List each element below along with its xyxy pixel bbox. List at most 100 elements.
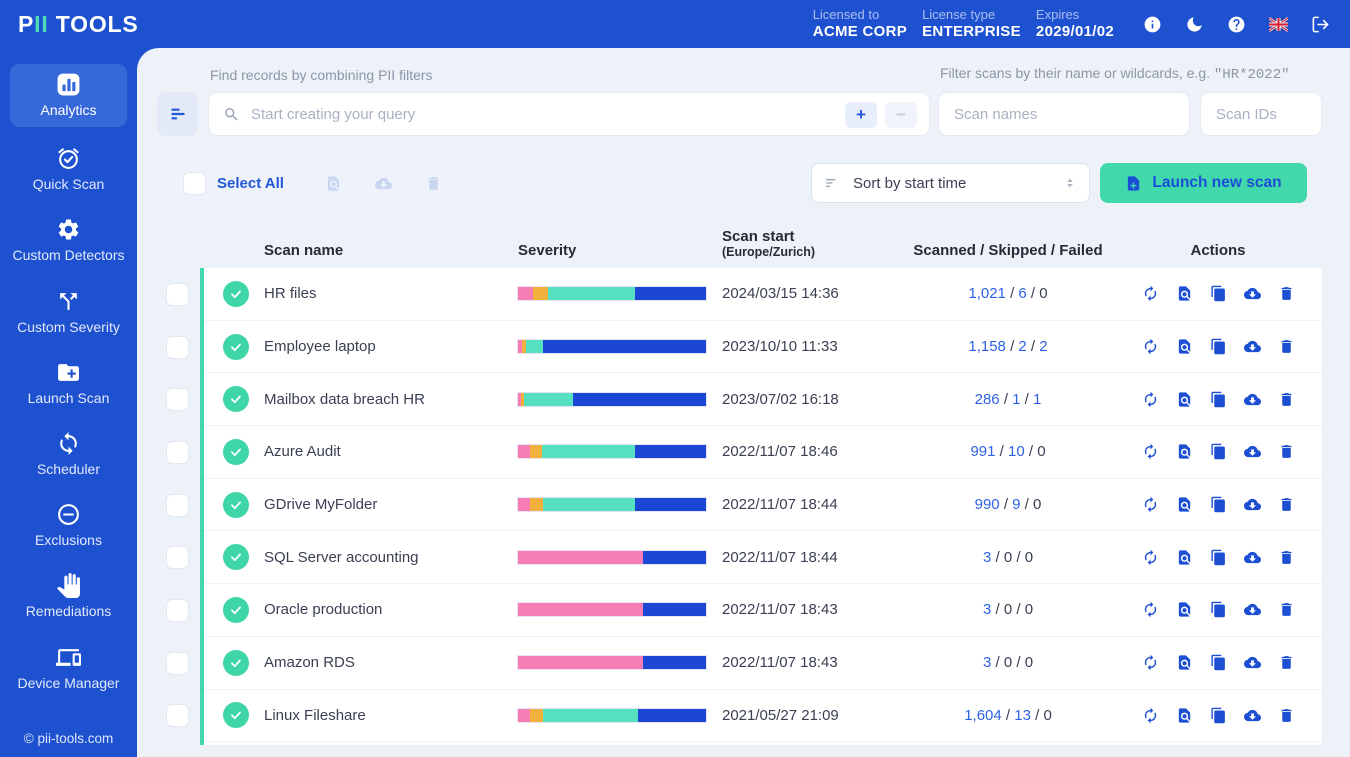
duplicate-icon[interactable] bbox=[1210, 285, 1227, 302]
trash-icon[interactable] bbox=[1278, 443, 1295, 460]
skipped-count[interactable]: 10 bbox=[1008, 443, 1025, 460]
rescan-icon[interactable] bbox=[1142, 707, 1159, 724]
cloud-download-icon[interactable] bbox=[1244, 391, 1261, 408]
select-all-checkbox[interactable] bbox=[183, 172, 206, 195]
cloud-download-icon[interactable] bbox=[1244, 443, 1261, 460]
duplicate-icon[interactable] bbox=[1210, 601, 1227, 618]
sidebar-item-device-manager[interactable]: Device Manager bbox=[10, 640, 127, 697]
trash-icon[interactable] bbox=[1278, 338, 1295, 355]
scan-ids-input[interactable]: Scan IDs bbox=[1200, 92, 1322, 136]
row-checkbox[interactable] bbox=[166, 546, 189, 569]
rescan-icon[interactable] bbox=[1142, 391, 1159, 408]
report-icon[interactable] bbox=[1176, 549, 1193, 566]
scan-name: Oracle production bbox=[264, 601, 518, 618]
row-checkbox[interactable] bbox=[166, 494, 189, 517]
skipped-count[interactable]: 2 bbox=[1018, 338, 1026, 355]
scanned-count[interactable]: 991 bbox=[970, 443, 995, 460]
duplicate-icon[interactable] bbox=[1210, 443, 1227, 460]
sidebar-item-quick-scan[interactable]: Quick Scan bbox=[10, 141, 127, 198]
trash-icon[interactable] bbox=[1278, 707, 1295, 724]
cloud-download-icon[interactable] bbox=[1244, 496, 1261, 513]
sidebar-item-scheduler[interactable]: Scheduler bbox=[10, 426, 127, 483]
row-checkbox[interactable] bbox=[166, 441, 189, 464]
sidebar-item-remediations[interactable]: Remediations bbox=[10, 568, 127, 625]
bulk-delete-button[interactable] bbox=[414, 163, 454, 203]
rescan-icon[interactable] bbox=[1142, 285, 1159, 302]
report-icon[interactable] bbox=[1176, 443, 1193, 460]
scan-names-input[interactable]: Scan names bbox=[938, 92, 1190, 136]
query-input[interactable]: Start creating your query + − bbox=[208, 92, 930, 136]
sidebar-item-custom-severity[interactable]: Custom Severity bbox=[10, 284, 127, 341]
skipped-count[interactable]: 1 bbox=[1012, 391, 1020, 408]
sort-dropdown[interactable]: Sort by start time bbox=[811, 163, 1090, 203]
bulk-report-button[interactable] bbox=[314, 163, 354, 203]
cloud-download-icon[interactable] bbox=[1244, 707, 1261, 724]
dark-mode-icon[interactable] bbox=[1185, 15, 1204, 34]
trash-icon[interactable] bbox=[1278, 496, 1295, 513]
trash-icon[interactable] bbox=[1278, 654, 1295, 671]
sidebar-item-launch-scan[interactable]: Launch Scan bbox=[10, 355, 127, 412]
report-icon[interactable] bbox=[1176, 391, 1193, 408]
scanned-count[interactable]: 1,158 bbox=[968, 338, 1006, 355]
cloud-download-icon[interactable] bbox=[1244, 654, 1261, 671]
logout-icon[interactable] bbox=[1311, 15, 1330, 34]
row-checkbox[interactable] bbox=[166, 388, 189, 411]
sidebar-item-analytics[interactable]: Analytics bbox=[10, 64, 127, 127]
sidebar-item-exclusions[interactable]: Exclusions bbox=[10, 497, 127, 554]
launch-new-scan-button[interactable]: Launch new scan bbox=[1100, 163, 1307, 203]
report-icon[interactable] bbox=[1176, 654, 1193, 671]
report-icon[interactable] bbox=[1176, 285, 1193, 302]
report-icon[interactable] bbox=[1176, 496, 1193, 513]
scanned-count[interactable]: 286 bbox=[975, 391, 1000, 408]
sidebar-item-custom-detectors[interactable]: Custom Detectors bbox=[10, 212, 127, 269]
failed-count[interactable]: 1 bbox=[1033, 391, 1041, 408]
report-icon[interactable] bbox=[1176, 601, 1193, 618]
trash-icon[interactable] bbox=[1278, 391, 1295, 408]
select-all-button[interactable]: Select All bbox=[170, 163, 304, 203]
row-checkbox[interactable] bbox=[166, 283, 189, 306]
bulk-download-button[interactable] bbox=[364, 163, 404, 203]
row-actions bbox=[1114, 601, 1322, 618]
duplicate-icon[interactable] bbox=[1210, 338, 1227, 355]
row-checkbox[interactable] bbox=[166, 652, 189, 675]
help-icon[interactable] bbox=[1227, 15, 1246, 34]
skipped-count[interactable]: 9 bbox=[1012, 496, 1020, 513]
scanned-count[interactable]: 990 bbox=[975, 496, 1000, 513]
rescan-icon[interactable] bbox=[1142, 654, 1159, 671]
duplicate-icon[interactable] bbox=[1210, 391, 1227, 408]
rescan-icon[interactable] bbox=[1142, 601, 1159, 618]
cloud-download-icon[interactable] bbox=[1244, 601, 1261, 618]
skipped-count[interactable]: 6 bbox=[1018, 285, 1026, 302]
duplicate-icon[interactable] bbox=[1210, 654, 1227, 671]
cloud-download-icon[interactable] bbox=[1244, 285, 1261, 302]
scanned-count[interactable]: 1,604 bbox=[964, 707, 1002, 724]
row-checkbox[interactable] bbox=[166, 599, 189, 622]
rescan-icon[interactable] bbox=[1142, 549, 1159, 566]
scanned-count[interactable]: 1,021 bbox=[968, 285, 1006, 302]
rescan-icon[interactable] bbox=[1142, 443, 1159, 460]
cloud-download-icon[interactable] bbox=[1244, 338, 1261, 355]
scan-table: HR files 2024/03/15 14:36 1,021 / 6 / 0 … bbox=[166, 268, 1322, 745]
report-icon[interactable] bbox=[1176, 338, 1193, 355]
trash-icon[interactable] bbox=[1278, 549, 1295, 566]
scan-start-time: 2023/10/10 11:33 bbox=[722, 338, 902, 355]
trash-icon[interactable] bbox=[1278, 601, 1295, 618]
row-checkbox[interactable] bbox=[166, 336, 189, 359]
info-icon[interactable] bbox=[1143, 15, 1162, 34]
duplicate-icon[interactable] bbox=[1210, 496, 1227, 513]
copyright-link[interactable]: © pii-tools.com bbox=[0, 731, 137, 746]
filter-toggle-button[interactable] bbox=[157, 92, 198, 136]
skipped-count[interactable]: 13 bbox=[1014, 707, 1031, 724]
duplicate-icon[interactable] bbox=[1210, 707, 1227, 724]
report-icon[interactable] bbox=[1176, 707, 1193, 724]
duplicate-icon[interactable] bbox=[1210, 549, 1227, 566]
language-flag-icon[interactable] bbox=[1269, 15, 1288, 34]
failed-count[interactable]: 2 bbox=[1039, 338, 1047, 355]
add-filter-button[interactable]: + bbox=[845, 102, 877, 128]
row-checkbox[interactable] bbox=[166, 704, 189, 727]
trash-icon[interactable] bbox=[1278, 285, 1295, 302]
rescan-icon[interactable] bbox=[1142, 496, 1159, 513]
cloud-download-icon[interactable] bbox=[1244, 549, 1261, 566]
remove-filter-button[interactable]: − bbox=[885, 102, 917, 128]
rescan-icon[interactable] bbox=[1142, 338, 1159, 355]
